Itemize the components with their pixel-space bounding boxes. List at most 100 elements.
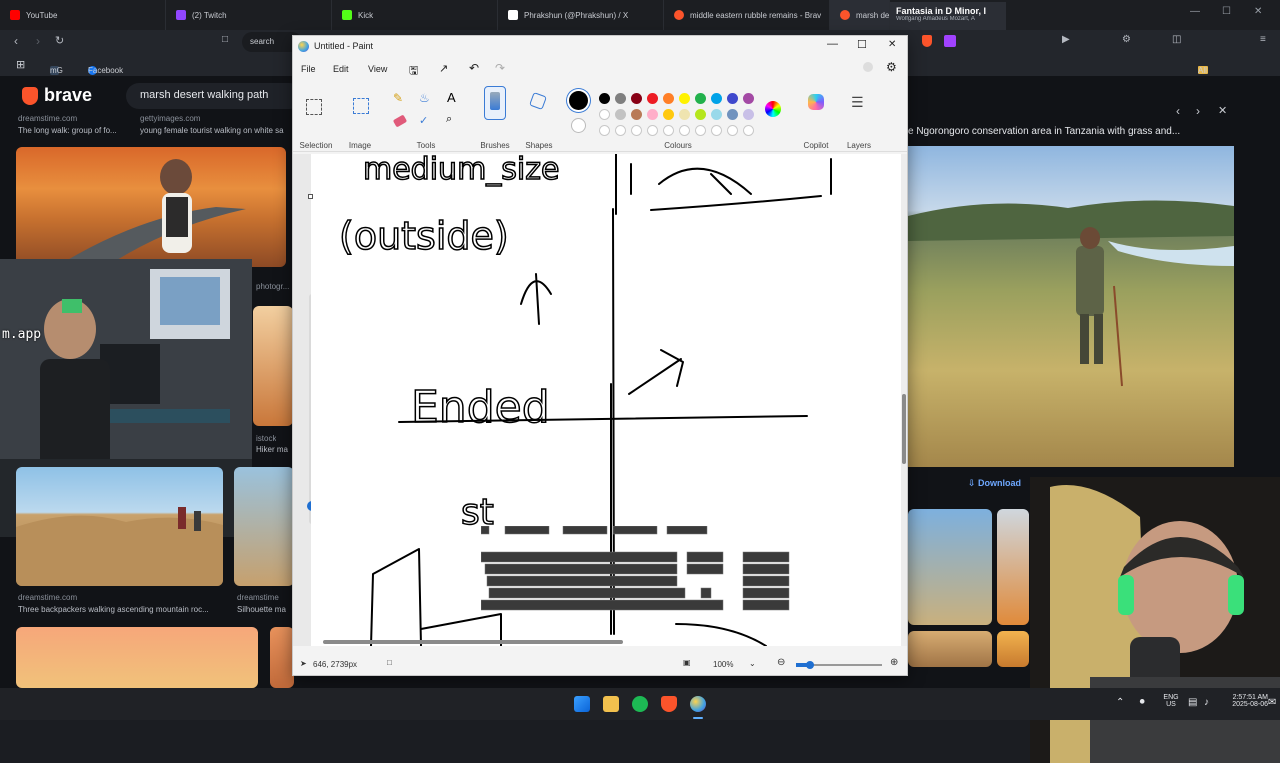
colour-swatch[interactable] [679, 109, 690, 120]
redo-icon[interactable]: ↷ [495, 61, 505, 75]
prev-image-icon[interactable]: ‹ [1176, 104, 1180, 118]
custom-colour-slot[interactable] [647, 125, 658, 136]
on-screen-keyboard[interactable] [480, 525, 799, 612]
custom-colour-slot[interactable] [599, 125, 610, 136]
custom-colour-slot[interactable] [663, 125, 674, 136]
bookmark-icon[interactable]: □ [222, 34, 228, 45]
preview-image-ngorongoro[interactable] [908, 146, 1234, 467]
result-title[interactable]: Hiker ma [256, 445, 292, 454]
image-crop-icon[interactable] [353, 98, 369, 114]
related-image-1[interactable] [908, 509, 992, 625]
layers-icon[interactable]: ☰ [851, 94, 864, 111]
fill-icon[interactable]: ♨ [419, 91, 430, 105]
zoom-slider-thumb[interactable] [806, 661, 814, 669]
undo-icon[interactable]: ↶ [469, 61, 479, 75]
back-icon[interactable]: ‹ [14, 34, 18, 48]
result-image-sunset-walker[interactable] [16, 627, 258, 688]
colour-swatch[interactable] [711, 109, 722, 120]
colour-swatch[interactable] [663, 93, 674, 104]
file-explorer-icon[interactable] [603, 696, 619, 712]
colour-swatch[interactable] [647, 109, 658, 120]
magnifier-icon[interactable]: ⌕ [446, 113, 452, 126]
result-title[interactable]: young female tourist walking on white sa [140, 126, 290, 135]
colour-swatch[interactable] [615, 109, 626, 120]
copilot-icon[interactable] [808, 94, 824, 110]
tab-x[interactable]: Phrakshun (@Phrakshun) / X [498, 0, 664, 30]
clock[interactable]: 2:57:51 AM 2025-08-06 [1222, 694, 1268, 708]
related-image-2[interactable] [997, 509, 1029, 625]
pencil-icon[interactable]: ✎ [393, 91, 403, 105]
horizontal-scrollbar[interactable] [323, 640, 623, 644]
zoom-level[interactable]: 100% [713, 660, 733, 669]
notifications-icon[interactable]: ✉ [1268, 697, 1276, 708]
apps-icon[interactable]: ⊞ [16, 58, 25, 71]
paint-minimize-icon[interactable]: — [827, 38, 838, 50]
tab-brave-search[interactable]: middle eastern rubble remains - Brav [664, 0, 830, 30]
custom-colour-slot[interactable] [727, 125, 738, 136]
zoom-in-icon[interactable]: ⊕ [890, 657, 898, 668]
custom-colour-slot[interactable] [695, 125, 706, 136]
tab-twitch[interactable]: (2) Twitch [166, 0, 332, 30]
download-link[interactable]: ⇩ Download [968, 478, 1021, 489]
share-icon[interactable]: ↗ [439, 62, 448, 75]
account-icon[interactable] [863, 62, 873, 72]
result-title[interactable]: The long walk: group of fo... [18, 126, 128, 135]
language-indicator[interactable]: ENG US [1160, 694, 1182, 708]
tab-marsh-desert[interactable]: marsh des [830, 0, 890, 30]
start-icon[interactable] [574, 696, 590, 712]
result-image-partial[interactable] [270, 627, 294, 688]
brave-shields-icon[interactable] [922, 35, 932, 47]
primary-colour[interactable] [569, 91, 588, 110]
drawing-canvas[interactable]: medium_size (outside) Ended st [308, 154, 901, 646]
sidebar-icon[interactable]: ◫ [1172, 34, 1181, 45]
rewards-icon[interactable] [944, 35, 956, 47]
forward-icon[interactable]: › [36, 34, 40, 48]
colour-swatch[interactable] [727, 93, 738, 104]
tray-chevron-icon[interactable]: ⌃ [1116, 697, 1124, 708]
colour-swatch[interactable] [695, 93, 706, 104]
close-icon[interactable]: ✕ [1254, 6, 1262, 17]
next-image-icon[interactable]: › [1196, 104, 1200, 118]
colour-swatch[interactable] [599, 109, 610, 120]
result-title[interactable]: Silhouette ma [237, 605, 293, 614]
text-icon[interactable]: A [447, 90, 456, 105]
zoom-dropdown-icon[interactable]: ⌄ [749, 659, 756, 668]
maximize-icon[interactable]: ☐ [1222, 6, 1231, 17]
colour-swatch[interactable] [647, 93, 658, 104]
result-title[interactable]: Three backpackers walking ascending moun… [18, 605, 228, 614]
fit-window-icon[interactable]: ▣ [683, 658, 691, 667]
related-image-3[interactable] [908, 631, 992, 667]
save-icon[interactable]: 🖫 [409, 62, 418, 81]
close-preview-icon[interactable]: ✕ [1218, 104, 1227, 117]
color-picker-icon[interactable]: ✓ [419, 114, 428, 127]
menu-view[interactable]: View [368, 64, 387, 74]
custom-colour-slot[interactable] [631, 125, 642, 136]
colour-swatch[interactable] [695, 109, 706, 120]
microphone-icon[interactable]: ⚫ [1138, 697, 1146, 708]
result-image-silhouette[interactable] [234, 467, 294, 586]
custom-colour-slot[interactable] [711, 125, 722, 136]
brave-logo[interactable]: brave [22, 85, 92, 106]
media-popup[interactable]: Fantasia in D Minor, I Wolfgang Amadeus … [890, 2, 1006, 32]
puzzle-icon[interactable]: ⚙ [1122, 34, 1131, 45]
minimize-icon[interactable]: — [1190, 6, 1200, 17]
brave-taskbar-icon[interactable] [661, 696, 677, 712]
search-input[interactable]: marsh desert walking path [126, 83, 302, 109]
custom-colour-slot[interactable] [743, 125, 754, 136]
related-image-4[interactable] [997, 631, 1029, 667]
edit-colours-icon[interactable] [765, 101, 781, 117]
result-image-backpackers[interactable] [16, 467, 223, 586]
custom-colour-slot[interactable] [679, 125, 690, 136]
menu-icon[interactable]: ≡ [1260, 34, 1266, 45]
eraser-icon[interactable] [392, 114, 408, 128]
network-icon[interactable]: ▤ [1188, 697, 1197, 708]
paint-maximize-icon[interactable]: ☐ [857, 38, 867, 51]
colour-swatch[interactable] [743, 109, 754, 120]
colour-swatch[interactable] [631, 109, 642, 120]
settings-icon[interactable]: ⚙ [886, 60, 897, 74]
menu-edit[interactable]: Edit [333, 64, 349, 74]
shapes-icon[interactable] [529, 92, 547, 110]
colour-swatch[interactable] [711, 93, 722, 104]
selection-handle[interactable] [308, 194, 313, 199]
scrollbar-thumb[interactable] [902, 394, 906, 464]
